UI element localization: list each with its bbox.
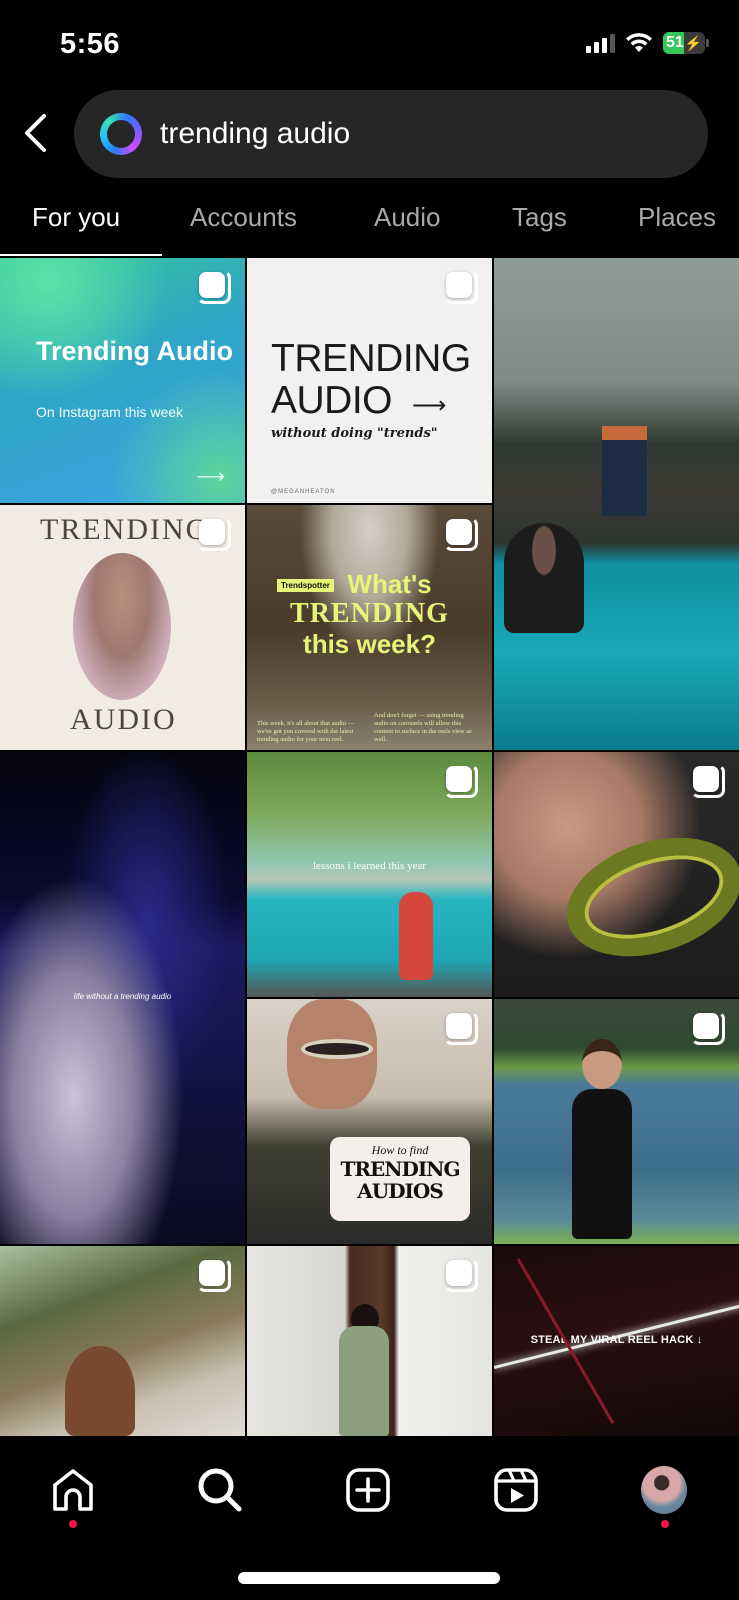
woman-red-dress-image bbox=[399, 892, 433, 980]
nav-profile[interactable] bbox=[634, 1460, 694, 1520]
avatar bbox=[641, 1466, 687, 1514]
tile-title-bottom: AUDIO bbox=[70, 703, 177, 736]
tab-places[interactable]: Places bbox=[638, 190, 716, 233]
grid-tile-how-to-find[interactable]: How to find TRENDING AUDIOS bbox=[247, 999, 492, 1244]
reels-icon bbox=[494, 1468, 538, 1512]
nav-reels[interactable] bbox=[486, 1460, 546, 1520]
green-saree-image bbox=[339, 1326, 389, 1436]
trendspotter-badge: Trendspotter bbox=[277, 579, 334, 592]
search-icon bbox=[198, 1468, 242, 1512]
chevron-left-icon bbox=[25, 114, 46, 152]
tile-title-top: TRENDING bbox=[40, 513, 210, 546]
tab-accounts[interactable]: Accounts bbox=[190, 190, 297, 233]
bubble-line-2: TRENDING bbox=[340, 1157, 460, 1181]
carousel-icon bbox=[444, 1011, 478, 1045]
carousel-icon bbox=[691, 764, 725, 798]
carousel-icon bbox=[444, 764, 478, 798]
tile-credit: @MEGANHEATON bbox=[271, 489, 336, 495]
tile-caption: lessons i learned this year bbox=[312, 860, 427, 872]
pool-sign-image bbox=[602, 426, 647, 516]
home-indicator bbox=[238, 1572, 500, 1584]
carousel-icon bbox=[197, 517, 231, 551]
speech-bubble: How to find TRENDING AUDIOS bbox=[330, 1137, 470, 1221]
tile-paragraph-right: And don't forget — using trending audio … bbox=[374, 712, 472, 743]
arrow-right-icon: ⟶ bbox=[196, 466, 225, 488]
grid-tile-tree[interactable] bbox=[0, 1246, 245, 1436]
home-notification-dot bbox=[69, 1520, 77, 1528]
nav-home[interactable] bbox=[43, 1460, 103, 1520]
tile-caption: life without a trending audio bbox=[73, 992, 172, 1001]
carousel-icon bbox=[444, 1258, 478, 1292]
nav-search[interactable] bbox=[190, 1460, 250, 1520]
tab-tags[interactable]: Tags bbox=[512, 190, 567, 233]
carousel-icon bbox=[444, 517, 478, 551]
cellular-signal-icon bbox=[586, 33, 615, 53]
bubble-line-1: How to find bbox=[371, 1143, 429, 1157]
wifi-icon bbox=[626, 33, 652, 52]
carousel-icon bbox=[691, 1011, 725, 1045]
profile-notification-dot bbox=[661, 1520, 669, 1528]
active-tab-indicator bbox=[0, 254, 162, 256]
woman-black-dress-image bbox=[572, 1039, 632, 1239]
grid-tile-river[interactable] bbox=[494, 999, 739, 1244]
nav-create[interactable] bbox=[338, 1460, 398, 1520]
grid-tile-whats-trending[interactable]: What's TRENDING this week? Trendspotter … bbox=[247, 505, 492, 750]
arrow-right-icon: ⟶ bbox=[412, 392, 447, 419]
grid-tile-saree[interactable] bbox=[247, 1246, 492, 1436]
battery-level: 51 bbox=[666, 34, 684, 51]
plus-square-icon bbox=[346, 1468, 390, 1512]
bangles-image bbox=[551, 816, 739, 978]
search-header bbox=[0, 90, 739, 178]
grid-tile-trending-audio-white[interactable]: TRENDING AUDIO ⟶ without doing "trends" … bbox=[247, 258, 492, 503]
grid-tile-trending-audio-green[interactable]: Trending Audio On Instagram this week ⟶ bbox=[0, 258, 245, 503]
swimmer-image bbox=[504, 523, 584, 633]
grid-tile-night-reel[interactable]: life without a trending audio bbox=[0, 752, 245, 1244]
home-icon bbox=[53, 1469, 93, 1511]
grid-tile-viral-reel-hack[interactable]: STEAL MY VIRAL REEL HACK ↓ bbox=[494, 1246, 739, 1436]
sunglasses-image bbox=[301, 1039, 373, 1059]
grid-tile-bangles[interactable] bbox=[494, 752, 739, 997]
tab-for-you[interactable]: For you bbox=[32, 190, 120, 233]
tile-subtitle: On Instagram this week bbox=[36, 404, 184, 420]
headline-line-2: TRENDING bbox=[290, 598, 449, 629]
search-input[interactable] bbox=[160, 117, 680, 151]
tile-caption: STEAL MY VIRAL REEL HACK ↓ bbox=[530, 1334, 703, 1346]
grid-tile-car-lessons[interactable]: lessons i learned this year bbox=[247, 752, 492, 997]
bottom-nav bbox=[0, 1438, 739, 1538]
grid-tile-pool-reel[interactable] bbox=[494, 258, 739, 750]
battery-charging-icon: 51 ⚡ bbox=[663, 32, 709, 54]
explore-grid: Trending Audio On Instagram this week ⟶ … bbox=[0, 258, 739, 1438]
tile-title: Trending Audio bbox=[36, 336, 233, 366]
meta-ai-ring-icon[interactable] bbox=[100, 113, 142, 155]
status-time: 5:56 bbox=[60, 28, 121, 60]
status-bar: 5:56 51 ⚡ bbox=[0, 0, 739, 88]
woman-hair-image bbox=[65, 1346, 135, 1436]
headline-line-3: this week? bbox=[303, 629, 436, 659]
search-tabs: For you Accounts Audio Tags Places bbox=[0, 190, 739, 258]
bubble-line-3: AUDIOS bbox=[357, 1179, 444, 1203]
tile-subtitle: without doing "trends" bbox=[271, 426, 438, 441]
tile-paragraph-left: This week, it's all about that audio — w… bbox=[257, 720, 355, 743]
tab-audio[interactable]: Audio bbox=[374, 190, 441, 233]
back-button[interactable] bbox=[18, 108, 52, 158]
search-bar[interactable] bbox=[74, 90, 708, 178]
carousel-icon bbox=[444, 270, 478, 304]
cloud-oval-image bbox=[73, 553, 171, 700]
carousel-icon bbox=[197, 270, 231, 304]
grid-tile-trending-audio-oval[interactable]: TRENDING AUDIO bbox=[0, 505, 245, 750]
status-icons: 51 ⚡ bbox=[586, 32, 709, 54]
carousel-icon bbox=[197, 1258, 231, 1292]
